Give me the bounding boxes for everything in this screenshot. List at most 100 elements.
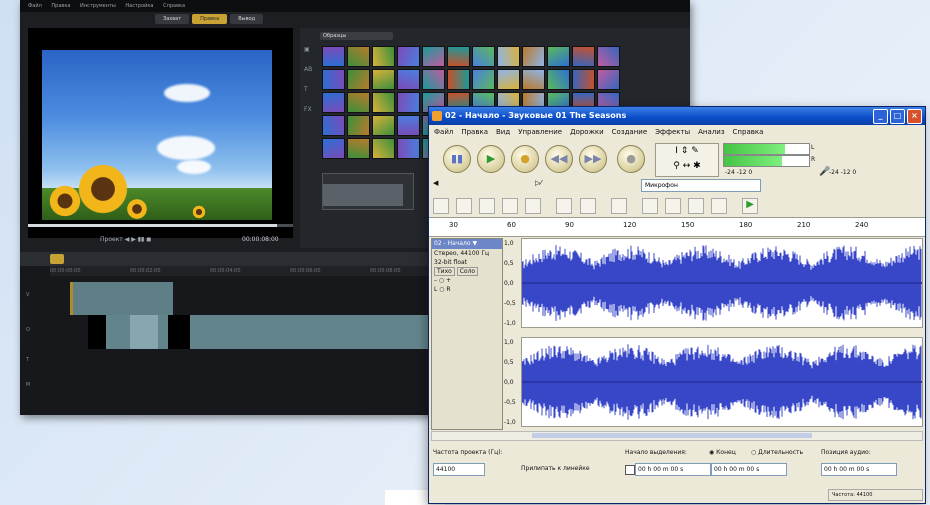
library-thumbnail[interactable] — [347, 92, 370, 113]
overlay-clip[interactable] — [88, 315, 438, 349]
zoom-tool-icon[interactable]: ⚲ — [673, 161, 680, 171]
library-thumbnail[interactable] — [322, 92, 345, 113]
audio-menu-item[interactable]: Управление — [518, 128, 562, 136]
library-thumbnail[interactable] — [422, 46, 445, 67]
library-thumbnail[interactable] — [372, 138, 395, 159]
input-device-select[interactable]: Микрофон — [641, 179, 761, 192]
library-thumbnail[interactable] — [572, 46, 595, 67]
library-thumbnail[interactable] — [372, 46, 395, 67]
snap-to-checkbox[interactable] — [625, 465, 635, 475]
library-thumbnail[interactable] — [522, 46, 545, 67]
end-radio[interactable]: ◉ Конец — [709, 449, 736, 456]
sync-icon[interactable] — [610, 197, 627, 214]
stop-button[interactable]: ● — [511, 145, 539, 173]
project-rate-select[interactable]: 44100 — [433, 463, 485, 476]
editor-menu-tools[interactable]: Инструменты — [80, 3, 116, 9]
redo-icon[interactable] — [579, 197, 596, 214]
title-icon[interactable]: T — [304, 80, 314, 100]
library-thumbnail[interactable] — [547, 69, 570, 90]
timeline-view-button[interactable] — [50, 254, 64, 264]
library-thumbnail[interactable] — [472, 69, 495, 90]
library-thumbnail[interactable] — [547, 46, 570, 67]
slider-icon[interactable]: ▷⁄ — [535, 179, 542, 187]
video-clip[interactable] — [70, 282, 173, 315]
solo-button[interactable]: Соло — [456, 267, 479, 276]
paste-icon[interactable] — [479, 197, 496, 214]
preview-scrubber[interactable] — [28, 224, 293, 227]
track-name-dropdown[interactable]: 02 - Начало ▼ — [432, 239, 502, 249]
audio-menu-item[interactable]: Эффекты — [655, 128, 690, 136]
selection-tool-icon[interactable]: Ⅰ — [675, 146, 678, 156]
silence-icon[interactable] — [525, 197, 542, 214]
library-thumbnail[interactable] — [597, 46, 620, 67]
audio-menu-item[interactable]: Дорожки — [570, 128, 604, 136]
zoom-in-icon[interactable] — [641, 197, 658, 214]
audio-menu-item[interactable]: Вид — [496, 128, 510, 136]
fit-project-icon[interactable] — [711, 197, 728, 214]
audio-menu-item[interactable]: Правка — [461, 128, 488, 136]
minimize-icon[interactable]: _ — [873, 109, 888, 124]
audio-menu-item[interactable]: Анализ — [698, 128, 724, 136]
pan-slider[interactable]: L ○ R — [432, 285, 502, 294]
library-thumbnail[interactable] — [347, 46, 370, 67]
library-thumbnail[interactable] — [497, 69, 520, 90]
audio-menu-item[interactable]: Создание — [612, 128, 647, 136]
library-thumbnail[interactable] — [322, 46, 345, 67]
play-at-speed-icon[interactable]: ▶ — [742, 197, 759, 214]
speaker-icon[interactable]: ◀ — [433, 179, 438, 187]
library-thumbnail[interactable] — [372, 69, 395, 90]
library-thumbnail[interactable] — [422, 69, 445, 90]
transition-icon[interactable]: AB — [304, 60, 314, 80]
audio-menu-item[interactable]: Файл — [434, 128, 453, 136]
editor-menu-settings[interactable]: Настройка — [125, 3, 153, 9]
length-radio[interactable]: ○ Длительность — [751, 449, 803, 456]
library-thumbnail[interactable] — [572, 69, 595, 90]
maximize-icon[interactable]: □ — [890, 109, 905, 124]
cut-icon[interactable] — [433, 197, 449, 214]
library-thumbnail[interactable] — [397, 138, 420, 159]
record-button[interactable]: ● — [617, 145, 645, 173]
editor-menu-edit[interactable]: Правка — [51, 3, 70, 9]
tab-capture[interactable]: Захват — [155, 14, 190, 24]
library-thumbnail[interactable] — [447, 69, 470, 90]
audio-position-field[interactable]: 00 h 00 m 00 s — [821, 463, 897, 476]
trim-icon[interactable] — [502, 197, 519, 214]
preview-controls[interactable]: Проект ◀ ▶ ▮▮ ◼ — [100, 236, 151, 243]
library-thumbnail[interactable] — [347, 115, 370, 136]
library-thumbnail[interactable] — [347, 69, 370, 90]
library-thumbnail[interactable] — [372, 115, 395, 136]
timeshift-tool-icon[interactable]: ↔ — [683, 161, 691, 171]
multi-tool-icon[interactable]: ✱ — [693, 161, 701, 171]
pause-button[interactable]: ▮▮ — [443, 145, 471, 173]
editor-menu-file[interactable]: Файл — [28, 3, 42, 9]
library-thumbnail[interactable] — [522, 69, 545, 90]
selection-start-field[interactable]: 00 h 00 m 00 s — [635, 463, 711, 476]
play-button[interactable]: ▶ — [477, 145, 505, 173]
library-thumbnail[interactable] — [497, 46, 520, 67]
library-thumbnail[interactable] — [347, 138, 370, 159]
skip-end-button[interactable]: ▶▶ — [579, 145, 607, 173]
microphone-icon[interactable]: 🎤 — [819, 167, 830, 177]
library-thumbnail[interactable] — [597, 69, 620, 90]
copy-icon[interactable] — [456, 197, 473, 214]
library-thumbnail[interactable] — [447, 46, 470, 67]
selection-end-field[interactable]: 00 h 00 m 00 s — [711, 463, 787, 476]
library-thumbnail[interactable] — [372, 92, 395, 113]
library-thumbnail[interactable] — [322, 138, 345, 159]
mute-button[interactable]: Тихо — [434, 267, 455, 276]
close-icon[interactable]: × — [907, 109, 922, 124]
library-thumbnail[interactable] — [397, 92, 420, 113]
waveform-right-channel[interactable] — [521, 337, 923, 427]
library-folder-select[interactable]: Образцы — [320, 32, 393, 40]
envelope-tool-icon[interactable]: ⇕ — [681, 146, 689, 156]
library-thumbnail[interactable] — [472, 46, 495, 67]
skip-start-button[interactable]: ◀◀ — [545, 145, 573, 173]
waveform-left-channel[interactable] — [521, 238, 923, 328]
audio-menu-item[interactable]: Справка — [733, 128, 764, 136]
horizontal-scrollbar[interactable] — [431, 431, 923, 441]
gain-slider[interactable]: – ○ + — [432, 276, 502, 285]
library-thumbnail[interactable] — [397, 115, 420, 136]
media-icon[interactable]: ▣ — [304, 40, 314, 60]
library-thumbnail[interactable] — [397, 46, 420, 67]
editor-menu-help[interactable]: Справка — [163, 3, 185, 9]
